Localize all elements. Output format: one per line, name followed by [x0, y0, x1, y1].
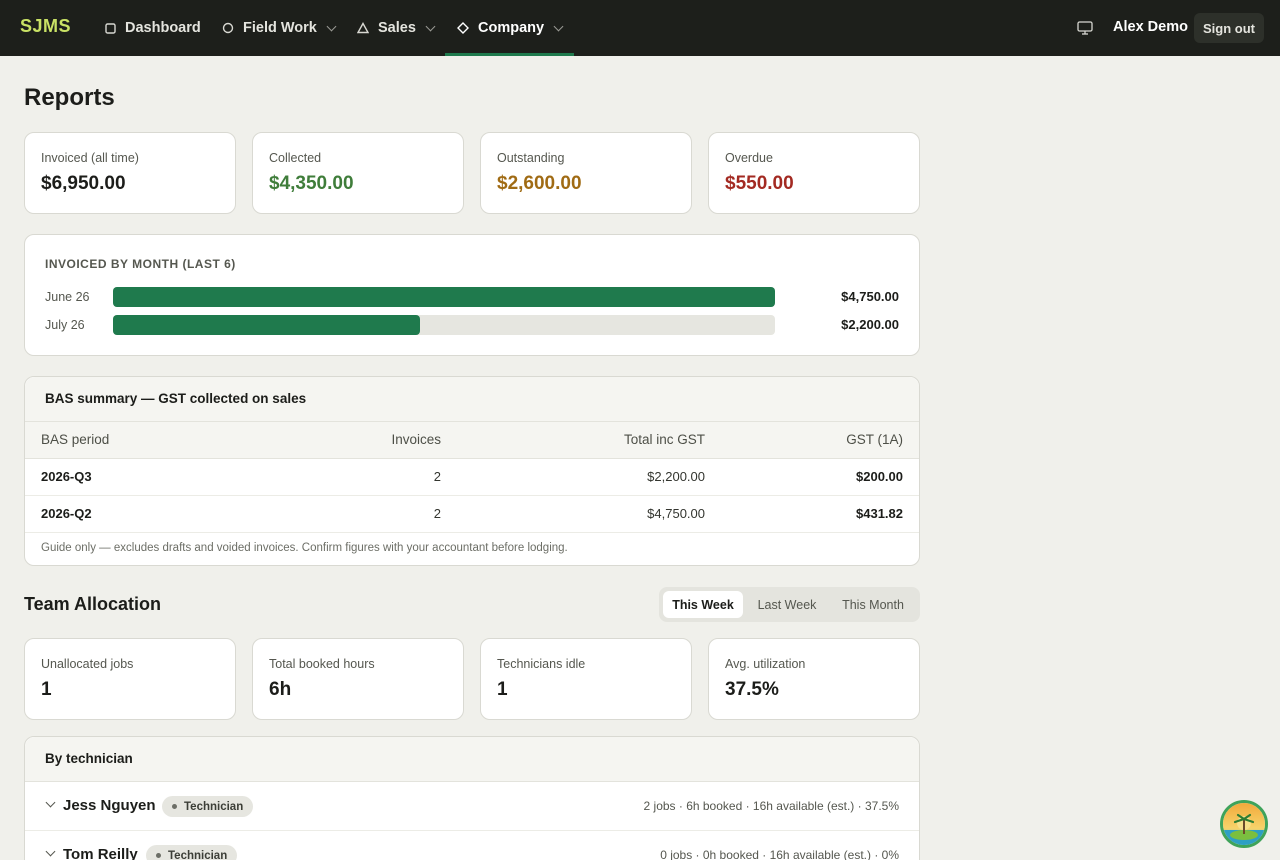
month-amount: $2,200.00 [841, 317, 899, 332]
status-dot [172, 804, 177, 809]
stat-label: Overdue [725, 151, 773, 165]
table-header-row: BAS period Invoices Total inc GST GST (1… [25, 422, 919, 459]
stat-card-outstanding: Outstanding $2,600.00 [480, 132, 692, 214]
chevron-down-icon[interactable] [45, 797, 56, 808]
stat-value: $2,600.00 [497, 173, 582, 194]
stat-label: Outstanding [497, 151, 565, 165]
technician-name: Tom Reilly [63, 846, 138, 860]
diamond-icon [457, 22, 469, 34]
tab-last-week[interactable]: Last Week [747, 591, 827, 618]
team-allocation-title: Team Allocation [24, 594, 162, 614]
bas-summary-title: BAS summary — GST collected on sales [45, 391, 307, 406]
island-avatar-icon[interactable] [1220, 800, 1268, 848]
gst-amount: $200.00 [856, 469, 903, 484]
role-label: Technician [184, 800, 244, 813]
bas-period: 2026-Q3 [41, 469, 92, 484]
stat-card-unallocated: Unallocated jobs 1 [24, 638, 236, 720]
bar-fill [113, 287, 775, 307]
invoiced-by-month-title: INVOICED BY MONTH (LAST 6) [45, 257, 236, 271]
nav-dashboard-label: Dashboard [125, 20, 201, 36]
column-header: Total inc GST [623, 432, 705, 447]
stat-card-collected: Collected $4,350.00 [252, 132, 464, 214]
nav-field-work[interactable]: Field Work [222, 0, 337, 56]
by-technician-header: By technician [25, 737, 919, 782]
gst-amount: $431.82 [856, 506, 903, 521]
nav-company-label: Company [478, 20, 545, 36]
sign-out-button[interactable]: Sign out [1194, 13, 1264, 43]
stat-value: 1 [497, 679, 508, 700]
stat-label: Total booked hours [269, 657, 375, 671]
role-badge: Technician [146, 845, 238, 860]
month-bar-row: July 26 $2,200.00 [45, 315, 899, 335]
stat-label: Avg. utilization [725, 657, 806, 671]
stat-label: Invoiced (all time) [41, 151, 139, 165]
stat-label: Collected [269, 151, 322, 165]
column-header: BAS period [41, 432, 110, 447]
user-name[interactable]: Alex Demo [1113, 19, 1188, 35]
status-dot [156, 853, 161, 858]
tab-this-month[interactable]: This Month [831, 591, 915, 618]
stat-value: 6h [269, 679, 292, 700]
invoice-count: 2 [433, 469, 441, 484]
stat-card-invoiced: Invoiced (all time) $6,950.00 [24, 132, 236, 214]
brand-logo[interactable]: SJMS [20, 16, 71, 37]
stat-value: $4,350.00 [269, 173, 354, 194]
bar-track [113, 315, 775, 335]
stat-value: 1 [41, 679, 52, 700]
invoice-count: 2 [433, 506, 441, 521]
technician-stats: 2 jobs · 6h booked · 16h available (est.… [643, 799, 899, 813]
bas-summary-header: BAS summary — GST collected on sales [25, 377, 919, 422]
top-nav-bar: SJMS Dashboard Field Work Sales Company … [0, 0, 1280, 56]
nav-sales[interactable]: Sales [357, 0, 436, 56]
page-title: Reports [24, 84, 115, 111]
nav-dashboard[interactable]: Dashboard [104, 0, 201, 56]
bar-fill [113, 315, 420, 335]
role-badge: Technician [162, 796, 254, 817]
chevron-down-icon[interactable] [45, 846, 56, 857]
technician-stats: 0 jobs · 0h booked · 16h available (est.… [660, 848, 899, 860]
period-toggle: This Week Last Week This Month [659, 587, 920, 622]
nav-field-work-label: Field Work [243, 20, 317, 36]
bas-disclaimer: Guide only — excludes drafts and voided … [41, 542, 568, 554]
stat-label: Unallocated jobs [41, 657, 134, 671]
stat-card-booked-hours: Total booked hours 6h [252, 638, 464, 720]
stat-value: $6,950.00 [41, 173, 126, 194]
month-label: June 26 [45, 290, 90, 304]
nav-sales-label: Sales [378, 20, 416, 36]
invoiced-by-month-card: INVOICED BY MONTH (LAST 6) June 26 $4,75… [24, 234, 920, 356]
table-row: 2026-Q2 2 $4,750.00 $431.82 [25, 496, 919, 533]
stat-card-overdue: Overdue $550.00 [708, 132, 920, 214]
square-icon [104, 22, 116, 34]
column-header: Invoices [391, 432, 441, 447]
month-label: July 26 [45, 318, 85, 332]
stat-card-utilization: Avg. utilization 37.5% [708, 638, 920, 720]
by-technician-card: By technician Jess Nguyen Technician 2 j… [24, 736, 920, 860]
nav-company[interactable]: Company [444, 0, 575, 56]
technician-row[interactable]: Tom Reilly Technician 0 jobs · 0h booked… [25, 831, 919, 860]
stat-value: 37.5% [725, 679, 779, 700]
bas-period: 2026-Q2 [41, 506, 92, 521]
total-inc-gst: $4,750.00 [647, 506, 705, 521]
table-row: 2026-Q3 2 $2,200.00 $200.00 [25, 459, 919, 496]
column-header: GST (1A) [846, 432, 903, 447]
month-bar-row: June 26 $4,750.00 [45, 287, 899, 307]
by-technician-title: By technician [45, 751, 133, 766]
bas-summary-card: BAS summary — GST collected on sales BAS… [24, 376, 920, 566]
stat-card-idle: Technicians idle 1 [480, 638, 692, 720]
technician-name: Jess Nguyen [63, 797, 156, 814]
chevron-down-icon [326, 21, 337, 31]
stat-label: Technicians idle [497, 657, 586, 671]
tab-this-week[interactable]: This Week [663, 591, 743, 618]
triangle-icon [357, 22, 369, 34]
stat-value: $550.00 [725, 173, 794, 194]
chevron-down-icon [425, 21, 436, 31]
total-inc-gst: $2,200.00 [647, 469, 705, 484]
bar-track [113, 287, 775, 307]
monitor-icon[interactable] [1077, 21, 1093, 35]
role-label: Technician [168, 849, 228, 860]
chevron-down-icon [553, 21, 564, 31]
circle-icon [222, 22, 234, 34]
month-amount: $4,750.00 [841, 289, 899, 304]
technician-row[interactable]: Jess Nguyen Technician 2 jobs · 6h booke… [25, 782, 919, 831]
